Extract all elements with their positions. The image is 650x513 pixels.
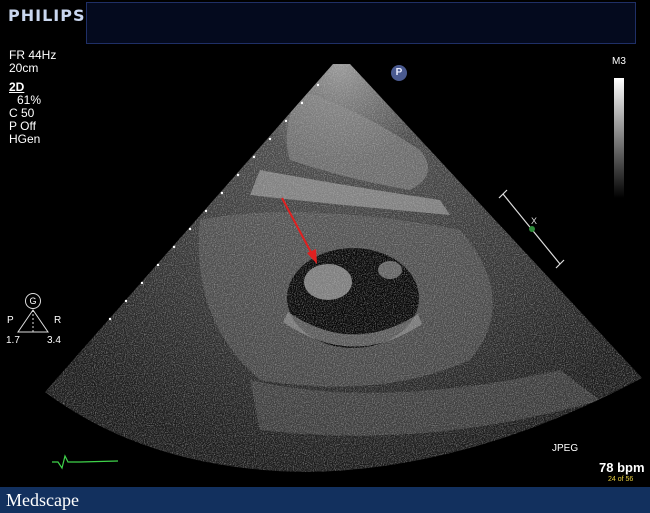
footer-bar: Medscape <box>0 487 650 513</box>
depth: 20cm <box>9 61 39 75</box>
heart-rate: 78 bpm <box>599 460 645 475</box>
grayscale-label: M3 <box>612 56 626 67</box>
harmonic: HGen <box>9 132 41 146</box>
scan-sector <box>45 64 642 472</box>
scan-parameters: FR 44Hz 20cm 2D 61% C 50 P Off HGen <box>9 49 56 146</box>
frame-counter: 24 of 56 <box>608 476 634 483</box>
orientation-left: P <box>7 315 14 326</box>
image-format: JPEG <box>552 443 579 454</box>
medscape-logo: Medscape <box>6 490 79 510</box>
orientation-marker: G P R 1.7 3.4 <box>0 290 80 350</box>
probe-marker-icon: P <box>391 65 407 81</box>
orientation-right: R <box>54 315 62 326</box>
orientation-left-value: 1.7 <box>6 335 20 346</box>
grayscale-bar <box>614 78 624 198</box>
focus-label: X <box>531 216 537 226</box>
ecg-trace <box>52 454 119 470</box>
ultrasound-image: X <box>45 64 642 472</box>
focus-dot <box>529 226 535 232</box>
orientation-right-value: 3.4 <box>47 335 61 346</box>
